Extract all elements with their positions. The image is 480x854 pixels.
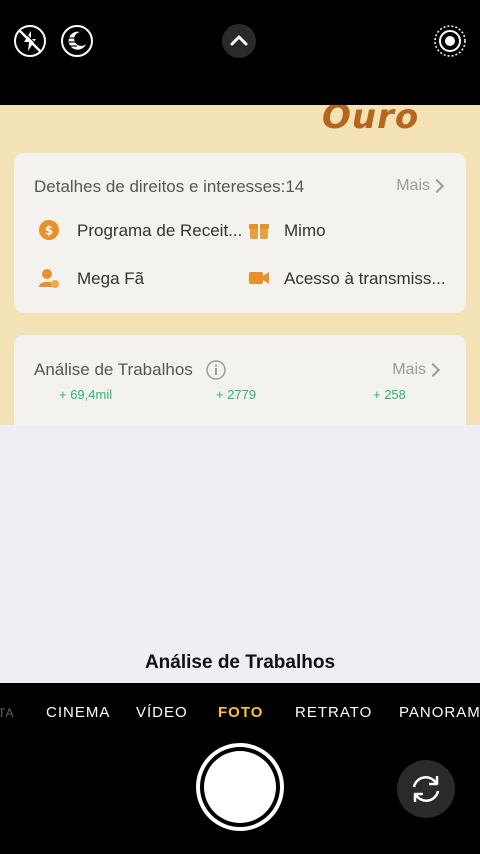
expand-controls-button[interactable] — [222, 24, 256, 58]
user-heart-icon — [39, 269, 59, 288]
rights-card: Detalhes de direitos e interesses:14 Mai… — [14, 153, 466, 313]
rights-item-label: Mimo — [284, 221, 326, 240]
viewfinder-lower-area — [0, 425, 480, 683]
mode-cinema[interactable]: CINEMA — [46, 704, 110, 721]
rights-item-label: Mega Fã — [77, 269, 145, 288]
chevron-right-icon — [429, 178, 445, 194]
night-mode-icon[interactable] — [60, 24, 94, 58]
rights-item-label: Acesso à transmiss... — [284, 269, 446, 288]
video-camera-icon — [249, 272, 269, 284]
rights-card-title: Detalhes de direitos e interesses:14 — [34, 177, 305, 196]
mode-partial[interactable]: TA — [0, 706, 14, 720]
works-card-title: Análise de Trabalhos — [34, 360, 193, 379]
coin-icon: $ — [39, 220, 59, 240]
mode-video[interactable]: VÍDEO — [136, 704, 188, 721]
info-icon — [206, 360, 226, 380]
works-more-link[interactable]: Mais — [392, 361, 426, 379]
flip-camera-button[interactable] — [397, 760, 455, 818]
shutter-inner — [204, 751, 276, 823]
mode-selector: TA CINEMA VÍDEO FOTO RETRATO PANORAMA — [0, 683, 480, 743]
svg-text:$: $ — [45, 224, 53, 238]
rights-more-link[interactable]: Mais — [396, 177, 430, 195]
camera-viewfinder: Ouro Detalhes de direitos e interesses:1… — [0, 105, 480, 425]
flash-off-icon[interactable] — [13, 24, 47, 58]
stat-value: + 2779 — [216, 387, 257, 402]
stat-value: + 69,4mil — [59, 387, 113, 402]
camera-flip-icon — [412, 776, 440, 802]
rights-item-label: Programa de Receit... — [77, 221, 243, 240]
gift-icon — [249, 224, 269, 239]
mode-portrait[interactable]: RETRATO — [295, 704, 372, 721]
mode-photo[interactable]: FOTO — [218, 704, 263, 721]
shutter-button[interactable] — [196, 743, 284, 831]
live-photo-icon[interactable] — [433, 24, 467, 58]
ouro-heading: Ouro — [322, 105, 420, 137]
chevron-right-icon — [425, 362, 441, 378]
chevron-up-icon — [230, 35, 248, 46]
stat-value: + 258 — [373, 387, 406, 402]
works-analysis-card: Análise de Trabalhos Mais + 69,4mil + 27… — [14, 335, 466, 425]
scene-caption: Análise de Trabalhos — [144, 652, 336, 673]
mode-panorama[interactable]: PANORAMA — [399, 704, 480, 721]
camera-top-bar — [0, 0, 480, 105]
